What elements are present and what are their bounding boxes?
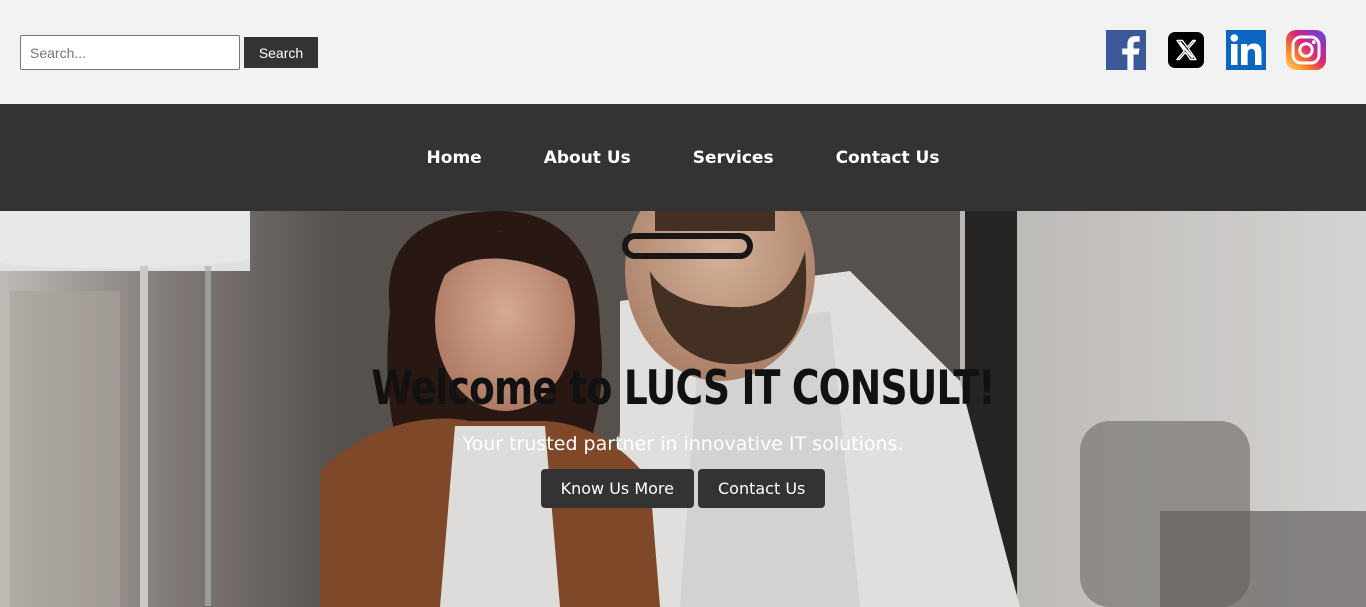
nav-item-services: Services — [693, 148, 774, 168]
nav-link-contact[interactable]: Contact Us — [836, 148, 940, 168]
social-links — [1106, 30, 1326, 70]
know-us-more-button[interactable]: Know Us More — [540, 469, 694, 508]
hero-title: Welcome to LUCS IT CONSULT! — [371, 361, 995, 416]
facebook-icon — [1106, 30, 1146, 70]
x-icon — [1168, 32, 1204, 68]
instagram-icon — [1286, 30, 1326, 70]
hero-buttons: Know Us More Contact Us — [0, 469, 1366, 508]
nav-link-about[interactable]: About Us — [544, 148, 631, 168]
nav-item-about: About Us — [544, 148, 631, 168]
nav-item-contact: Contact Us — [836, 148, 940, 168]
top-bar: Search — [0, 0, 1366, 104]
hero-section: Welcome to LUCS IT CONSULT! Your trusted… — [0, 211, 1366, 607]
nav-link-home[interactable]: Home — [427, 148, 482, 168]
nav-list: Home About Us Services Contact Us — [0, 104, 1366, 211]
nav-link-services[interactable]: Services — [693, 148, 774, 168]
x-link[interactable] — [1166, 30, 1206, 70]
instagram-link[interactable] — [1286, 30, 1326, 70]
search-input[interactable] — [20, 35, 240, 70]
nav-item-home: Home — [427, 148, 482, 168]
search-button[interactable]: Search — [244, 37, 318, 68]
search-form: Search — [20, 35, 318, 70]
linkedin-icon — [1226, 30, 1266, 70]
facebook-link[interactable] — [1106, 30, 1146, 70]
contact-us-button[interactable]: Contact Us — [698, 469, 826, 508]
main-nav: Home About Us Services Contact Us — [0, 104, 1366, 211]
hero-content: Welcome to LUCS IT CONSULT! Your trusted… — [0, 361, 1366, 508]
linkedin-link[interactable] — [1226, 30, 1266, 70]
hero-subtitle: Your trusted partner in innovative IT so… — [462, 433, 904, 455]
